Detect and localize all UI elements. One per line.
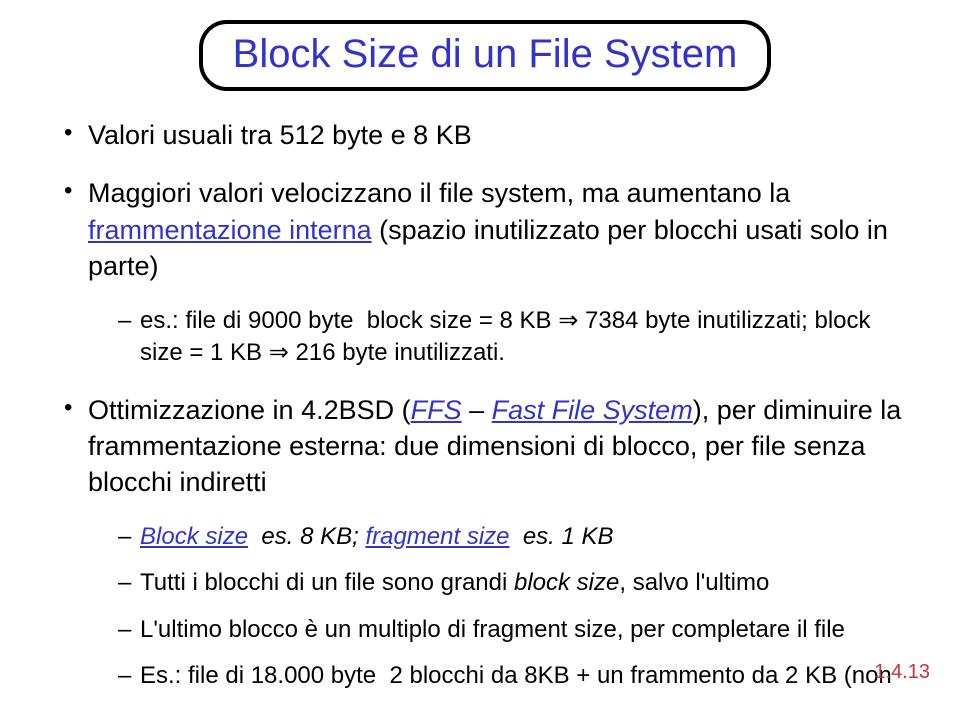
ffs-abbrev: FFS (411, 395, 462, 425)
bullet-3-sub-2: Tutti i blocchi di un file sono grandi b… (118, 567, 910, 599)
bullet-3-sublist: Block size ­ es. 8 KB; fragment size ­ e… (88, 521, 910, 693)
bullet-3-sub-3: L'ultimo blocco è un multiplo di fragmen… (118, 614, 910, 646)
bullet-3-sub-2-a: Tutti i blocchi di un file sono grandi (140, 569, 514, 596)
bullet-1-text: Valori usuali tra 512 byte e 8 KB (88, 120, 472, 150)
bullet-2-sub-1: es.: file di 9000 byte ­ block size = 8 … (118, 305, 910, 370)
bullet-3-sub-1-mid: ­ es. 8 KB; (248, 523, 365, 550)
block-size-term: Block size (140, 523, 248, 550)
slide: Block Size di un File System Valori usua… (0, 0, 960, 708)
bullet-3-sub-2-c: , salvo l'ultimo (619, 569, 769, 596)
bullet-3-sub-3-text: L'ultimo blocco è un multiplo di fragmen… (140, 616, 845, 643)
bullet-2-pre: Maggiori valori velocizzano il file syst… (88, 178, 790, 208)
bullet-1: Valori usuali tra 512 byte e 8 KB (60, 117, 910, 153)
bullet-3-sub-1: Block size ­ es. 8 KB; fragment size ­ e… (118, 521, 910, 553)
title-box: Block Size di un File System (199, 20, 772, 91)
bullet-2-sublist: es.: file di 9000 byte ­ block size = 8 … (88, 305, 910, 370)
fast-file-system-link: Fast File System (492, 395, 693, 425)
bullet-list: Valori usuali tra 512 byte e 8 KB Maggio… (60, 117, 910, 692)
bullet-2-sub-1-text: es.: file di 9000 byte ­ block size = 8 … (140, 307, 871, 366)
bullet-3-dash: – (462, 395, 492, 425)
page-number: 1.4.13 (874, 661, 930, 684)
bullet-3: Ottimizzazione in 4.2BSD (FFS – Fast Fil… (60, 392, 910, 693)
slide-title: Block Size di un File System (233, 32, 738, 76)
fragment-size-term: fragment size (365, 523, 509, 550)
frammentazione-interna-link: frammentazione interna (88, 215, 372, 245)
bullet-2: Maggiori valori velocizzano il file syst… (60, 175, 910, 369)
block-size-italic: block size (514, 569, 619, 596)
bullet-3-sub-4-text: Es.: file di 18.000 byte ­ 2 blocchi da … (140, 662, 892, 689)
bullet-3-sub-4: Es.: file di 18.000 byte ­ 2 blocchi da … (118, 660, 910, 692)
bullet-3-pre: Ottimizzazione in 4.2BSD ( (88, 395, 411, 425)
bullet-3-sub-1-end: ­ es. 1 KB (510, 523, 614, 550)
